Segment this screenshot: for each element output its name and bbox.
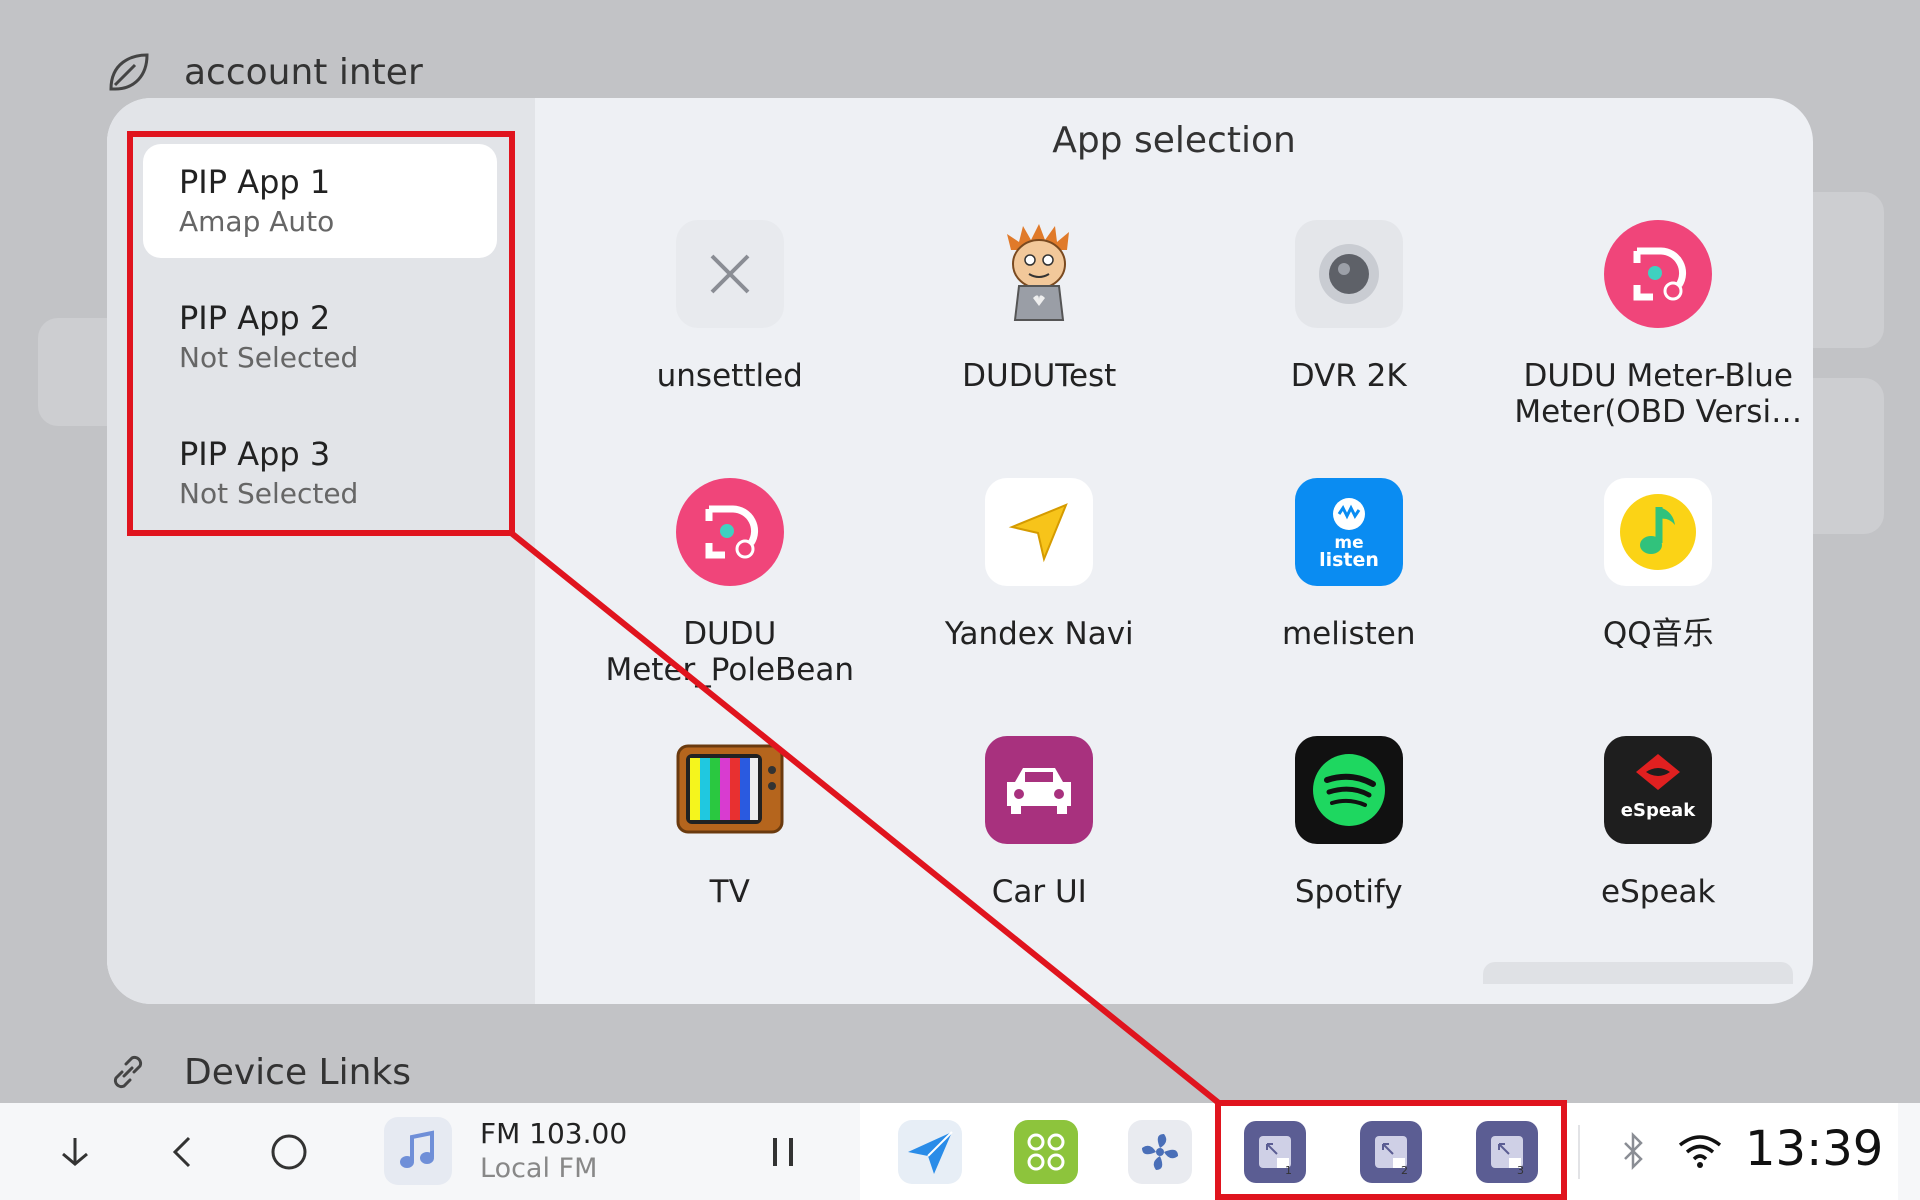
scroll-indicator[interactable] [1483,962,1793,984]
navigation-arrow-icon [985,478,1094,586]
app-name: TV [709,874,750,910]
car-icon [985,736,1094,844]
app-name: Spotify [1294,874,1403,910]
app-name: DVR 2K [1290,358,1407,394]
app-name: melisten [1281,616,1416,652]
home-icon[interactable] [262,1125,316,1179]
app-tile-tv[interactable]: TV [575,734,885,992]
app-grid-icon[interactable] [1014,1120,1078,1184]
spotify-icon [1294,736,1403,844]
radio-frequency: FM 103.00 [480,1117,628,1150]
app-name: eSpeak [1601,874,1716,910]
app-tile-car-ui[interactable]: Car UI [885,734,1195,992]
app-name: Yandex Navi [944,616,1134,652]
app-picker: App selection unsettled DUDUTest DVR 2K … [535,98,1813,1004]
clock: 13:39 [1745,1121,1884,1177]
app-name: DUDUTest [962,358,1117,394]
radio-station: Local FM [480,1153,598,1184]
back-icon[interactable] [156,1125,210,1179]
camera-icon [1294,220,1403,328]
wifi-icon[interactable] [1676,1129,1724,1173]
melisten-icon: me listen [1294,478,1403,586]
app-tile-dudu-meter-blue[interactable]: DUDU Meter-Blue Meter(OBD Versi… [1504,218,1814,476]
leaf-icon [100,44,156,100]
device-links-label: Device Links [184,1051,412,1093]
app-tile-qq-music[interactable]: QQ音乐 [1504,476,1814,734]
dialog-title: App selection [1052,120,1296,161]
radio-info[interactable]: FM 103.00 Local FM [480,1117,627,1187]
fan-icon[interactable] [1128,1120,1192,1184]
svg-text:listen: listen [1319,549,1379,571]
tv-icon [676,736,784,844]
close-icon [675,220,784,328]
highlight-box-pip-slots [1215,1100,1567,1200]
pause-icon[interactable] [756,1125,810,1179]
svg-text:eSpeak: eSpeak [1621,800,1696,821]
app-tile-spotify[interactable]: Spotify [1194,734,1504,992]
espeak-icon: eSpeak [1604,736,1713,844]
music-note-icon[interactable] [384,1117,452,1185]
chevron-down-icon[interactable] [48,1125,102,1179]
link-icon [100,1044,156,1100]
app-name: DUDU Meter-Blue Meter(OBD Versi… [1514,358,1803,430]
taskbar: FM 103.00 Local FM 1 2 3 13:39 [0,1103,1920,1200]
device-links-row[interactable]: Device Links [100,1044,411,1100]
highlight-box-pip-list [127,131,515,536]
bluetooth-icon[interactable] [1612,1129,1656,1173]
dudu-meter-icon [675,478,784,586]
cartoon-face-icon [985,220,1093,328]
app-name: DUDU Meter_PoleBean [605,616,854,688]
app-name: Car UI [991,874,1087,910]
app-tile-dudu-meter-polebean[interactable]: DUDU Meter_PoleBean [575,476,885,734]
account-label: account inter [184,51,423,93]
divider [1578,1125,1580,1179]
dudu-meter-icon [1604,220,1713,328]
app-tile-yandex-navi[interactable]: Yandex Navi [885,476,1195,734]
app-tile-dvr-2k[interactable]: DVR 2K [1194,218,1504,476]
app-grid: unsettled DUDUTest DVR 2K DUDU Meter-Blu… [575,218,1813,992]
navigation-arrow-icon[interactable] [898,1120,962,1184]
app-tile-melisten[interactable]: me listen melisten [1194,476,1504,734]
app-tile-espeak[interactable]: eSpeak eSpeak [1504,734,1814,992]
app-name: unsettled [656,358,803,394]
app-name: QQ音乐 [1602,616,1714,652]
account-row[interactable]: account inter [100,44,423,100]
qq-music-icon [1604,478,1713,586]
app-tile-dudutest[interactable]: DUDUTest [885,218,1195,476]
app-tile-unsettled[interactable]: unsettled [575,218,885,476]
